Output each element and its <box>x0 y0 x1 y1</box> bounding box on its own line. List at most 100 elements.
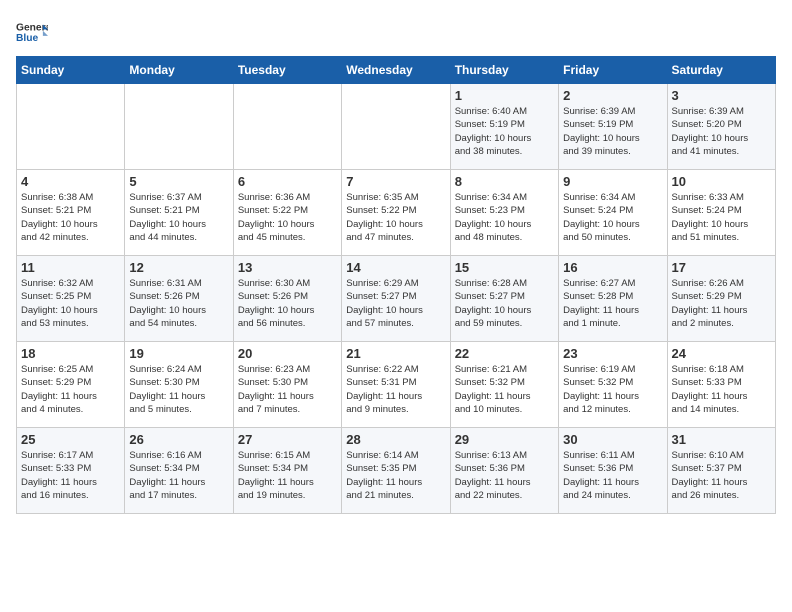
logo: General Blue <box>16 16 48 48</box>
weekday-header-friday: Friday <box>559 57 667 84</box>
cell-text-line: Daylight: 11 hours <box>672 304 771 317</box>
cell-text-line: and 24 minutes. <box>563 489 662 502</box>
day-number: 3 <box>672 88 771 103</box>
day-number: 25 <box>21 432 120 447</box>
cell-text-line: Sunset: 5:30 PM <box>129 376 228 389</box>
calendar-cell: 30Sunrise: 6:11 AMSunset: 5:36 PMDayligh… <box>559 428 667 514</box>
weekday-header-saturday: Saturday <box>667 57 775 84</box>
cell-text-line: Sunrise: 6:10 AM <box>672 449 771 462</box>
cell-text-line: Sunset: 5:29 PM <box>21 376 120 389</box>
cell-text-line: and 53 minutes. <box>21 317 120 330</box>
cell-text-line: and 1 minute. <box>563 317 662 330</box>
cell-text-line: Sunset: 5:34 PM <box>238 462 337 475</box>
day-number: 26 <box>129 432 228 447</box>
calendar-week-4: 18Sunrise: 6:25 AMSunset: 5:29 PMDayligh… <box>17 342 776 428</box>
cell-text-line: Daylight: 10 hours <box>563 218 662 231</box>
cell-text-line: Sunrise: 6:37 AM <box>129 191 228 204</box>
cell-text-line: and 4 minutes. <box>21 403 120 416</box>
calendar-cell: 9Sunrise: 6:34 AMSunset: 5:24 PMDaylight… <box>559 170 667 256</box>
cell-text-line: and 59 minutes. <box>455 317 554 330</box>
cell-text-line: Sunset: 5:34 PM <box>129 462 228 475</box>
svg-text:Blue: Blue <box>16 33 38 44</box>
cell-text-line: Sunset: 5:19 PM <box>455 118 554 131</box>
calendar-cell <box>233 84 341 170</box>
day-number: 8 <box>455 174 554 189</box>
cell-text-line: and 17 minutes. <box>129 489 228 502</box>
page-header: General Blue <box>16 16 776 48</box>
cell-text-line: Sunset: 5:35 PM <box>346 462 445 475</box>
calendar-week-1: 1Sunrise: 6:40 AMSunset: 5:19 PMDaylight… <box>17 84 776 170</box>
calendar-cell: 2 Sunrise: 6:39 AMSunset: 5:19 PMDaylight… <box>559 84 667 170</box>
cell-text-line: Sunrise: 6:31 AM <box>129 277 228 290</box>
cell-text-line: and 21 minutes. <box>346 489 445 502</box>
cell-text-line: Sunset: 5:22 PM <box>346 204 445 217</box>
cell-text-line: Daylight: 11 hours <box>129 476 228 489</box>
cell-text-line: Sunset: 5:25 PM <box>21 290 120 303</box>
calendar-cell <box>125 84 233 170</box>
calendar-week-2: 4Sunrise: 6:38 AMSunset: 5:21 PMDaylight… <box>17 170 776 256</box>
cell-text-line: Sunset: 5:23 PM <box>455 204 554 217</box>
day-number: 16 <box>563 260 662 275</box>
calendar-cell: 20Sunrise: 6:23 AMSunset: 5:30 PMDayligh… <box>233 342 341 428</box>
cell-text-line: Sunset: 5:20 PM <box>672 118 771 131</box>
day-number: 15 <box>455 260 554 275</box>
day-number: 31 <box>672 432 771 447</box>
cell-text-line: Daylight: 10 hours <box>21 304 120 317</box>
cell-text-line: Daylight: 11 hours <box>455 390 554 403</box>
weekday-header-monday: Monday <box>125 57 233 84</box>
day-number: 23 <box>563 346 662 361</box>
day-number: 2 <box>563 88 662 103</box>
cell-text-line: and 56 minutes. <box>238 317 337 330</box>
cell-text-line: Daylight: 10 hours <box>563 132 662 145</box>
cell-text-line: Daylight: 11 hours <box>21 390 120 403</box>
cell-text-line: Daylight: 11 hours <box>672 476 771 489</box>
cell-text-line: Sunset: 5:29 PM <box>672 290 771 303</box>
cell-text-line: Sunrise: 6:40 AM <box>455 105 554 118</box>
cell-text-line: Daylight: 10 hours <box>346 218 445 231</box>
calendar-cell: 17Sunrise: 6:26 AMSunset: 5:29 PMDayligh… <box>667 256 775 342</box>
cell-text-line: and 22 minutes. <box>455 489 554 502</box>
cell-text-line: and 57 minutes. <box>346 317 445 330</box>
cell-text-line: Sunrise: 6:14 AM <box>346 449 445 462</box>
cell-text-line: and 45 minutes. <box>238 231 337 244</box>
day-number: 4 <box>21 174 120 189</box>
cell-text-line: Daylight: 10 hours <box>129 304 228 317</box>
day-number: 28 <box>346 432 445 447</box>
day-number: 29 <box>455 432 554 447</box>
cell-text-line: Sunset: 5:32 PM <box>563 376 662 389</box>
cell-text-line: and 54 minutes. <box>129 317 228 330</box>
cell-text-line: Sunrise: 6:21 AM <box>455 363 554 376</box>
cell-text-line: and 7 minutes. <box>238 403 337 416</box>
cell-text-line: and 26 minutes. <box>672 489 771 502</box>
calendar-cell: 8Sunrise: 6:34 AMSunset: 5:23 PMDaylight… <box>450 170 558 256</box>
cell-text-line: Sunrise: 6:16 AM <box>129 449 228 462</box>
cell-text-line: Sunrise: 6:22 AM <box>346 363 445 376</box>
cell-text-line: Sunrise: 6:39 AM <box>563 105 662 118</box>
calendar-cell: 7Sunrise: 6:35 AMSunset: 5:22 PMDaylight… <box>342 170 450 256</box>
cell-text-line: Sunset: 5:19 PM <box>563 118 662 131</box>
cell-text-line: Sunrise: 6:35 AM <box>346 191 445 204</box>
calendar-header: SundayMondayTuesdayWednesdayThursdayFrid… <box>17 57 776 84</box>
cell-text-line: Daylight: 10 hours <box>238 218 337 231</box>
cell-text-line: Daylight: 11 hours <box>238 390 337 403</box>
day-number: 18 <box>21 346 120 361</box>
cell-text-line: Sunset: 5:30 PM <box>238 376 337 389</box>
day-number: 19 <box>129 346 228 361</box>
calendar-cell: 19Sunrise: 6:24 AMSunset: 5:30 PMDayligh… <box>125 342 233 428</box>
calendar-cell: 18Sunrise: 6:25 AMSunset: 5:29 PMDayligh… <box>17 342 125 428</box>
day-number: 14 <box>346 260 445 275</box>
calendar-body: 1Sunrise: 6:40 AMSunset: 5:19 PMDaylight… <box>17 84 776 514</box>
weekday-row: SundayMondayTuesdayWednesdayThursdayFrid… <box>17 57 776 84</box>
cell-text-line: and 10 minutes. <box>455 403 554 416</box>
calendar-cell: 31Sunrise: 6:10 AMSunset: 5:37 PMDayligh… <box>667 428 775 514</box>
cell-text-line: and 48 minutes. <box>455 231 554 244</box>
cell-text-line: and 50 minutes. <box>563 231 662 244</box>
day-number: 27 <box>238 432 337 447</box>
cell-text-line: Sunrise: 6:29 AM <box>346 277 445 290</box>
cell-text-line: Daylight: 11 hours <box>21 476 120 489</box>
cell-text-line: Sunset: 5:21 PM <box>21 204 120 217</box>
cell-text-line: Daylight: 11 hours <box>672 390 771 403</box>
calendar-cell: 5Sunrise: 6:37 AMSunset: 5:21 PMDaylight… <box>125 170 233 256</box>
calendar-cell: 16Sunrise: 6:27 AMSunset: 5:28 PMDayligh… <box>559 256 667 342</box>
day-number: 30 <box>563 432 662 447</box>
